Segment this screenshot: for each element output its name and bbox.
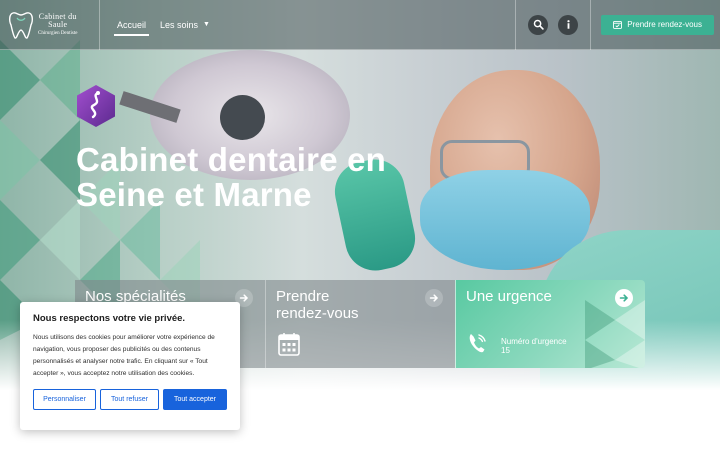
urgent-number: 15 <box>501 346 510 355</box>
book-appointment-button[interactable]: Prendre rendez-vous <box>601 14 714 35</box>
logo-text: Cabinet du Saule Chirurgien Dentiste <box>38 13 78 37</box>
logo-subtitle: Chirurgien Dentiste <box>38 31 78 36</box>
refuse-all-button[interactable]: Tout refuser <box>100 389 159 410</box>
header-icon-group <box>515 0 592 50</box>
hexagon-badge-icon <box>77 85 115 127</box>
calendar-icon <box>278 333 300 356</box>
hero-title-line2: Seine et Marne <box>76 176 312 213</box>
nav-item-label: Les soins <box>160 19 199 30</box>
cookie-text: Nous utilisons des cookies pour améliore… <box>33 334 215 377</box>
arrow-right-icon <box>425 289 443 307</box>
search-icon <box>533 19 544 30</box>
tooth-logo-icon <box>8 11 34 39</box>
card-title: Prendre rendez-vous <box>276 288 416 322</box>
main-nav: Accueil Les soins ▼ <box>110 0 217 50</box>
dental-lamp-core <box>220 95 265 140</box>
hero-title-line1: Cabinet dentaire en <box>76 141 387 178</box>
nav-item-les-soins[interactable]: Les soins ▼ <box>153 0 217 50</box>
arrow-right-icon <box>615 289 633 307</box>
urgent-label: Numéro d'urgence <box>501 337 567 346</box>
info-icon <box>567 20 570 29</box>
nav-item-label: Accueil <box>117 19 147 30</box>
hero-title: Cabinet dentaire en Seine et Marne <box>76 142 436 212</box>
urgent-info: Numéro d'urgence 15 <box>501 337 567 355</box>
cookie-title: Nous respectons votre vie privée. <box>33 313 186 324</box>
header-actions: Prendre rendez-vous <box>515 0 720 50</box>
customize-button[interactable]: Personnaliser <box>33 389 96 410</box>
card-rendez-vous[interactable]: Prendre rendez-vous <box>265 280 455 368</box>
accept-all-button[interactable]: Tout accepter <box>163 389 227 410</box>
site-header: Cabinet du Saule Chirurgien Dentiste Acc… <box>0 0 720 50</box>
info-button[interactable] <box>558 14 579 35</box>
cookie-banner: Nous respectons votre vie privée. Nous u… <box>20 302 240 430</box>
triangle-pattern <box>585 300 645 368</box>
site-logo[interactable]: Cabinet du Saule Chirurgien Dentiste <box>0 0 100 50</box>
cookie-actions: Personnaliser Tout refuser Tout accepter <box>33 389 227 410</box>
logo-name-line2: Saule <box>48 20 68 29</box>
calendar-check-icon <box>613 20 623 29</box>
nav-item-accueil[interactable]: Accueil <box>110 0 153 50</box>
card-urgence[interactable]: Une urgence Numéro d'urgence 15 <box>455 280 645 368</box>
card-title-line1: Prendre <box>276 288 330 305</box>
card-title-line2: rendez-vous <box>276 305 359 322</box>
book-appointment-label: Prendre rendez-vous <box>627 20 702 29</box>
phone-icon <box>469 334 486 353</box>
search-button[interactable] <box>528 14 549 35</box>
caret-down-icon: ▼ <box>203 21 210 28</box>
